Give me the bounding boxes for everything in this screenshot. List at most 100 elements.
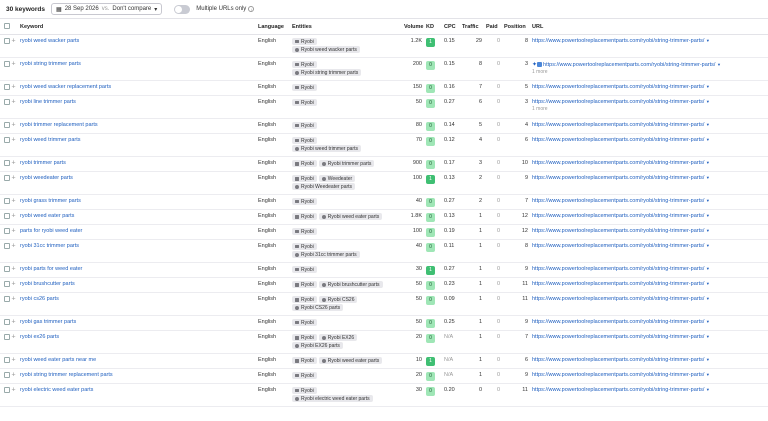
keyword-link[interactable]: ryobi weed eater parts	[20, 213, 74, 219]
plus-icon[interactable]: +	[12, 356, 16, 363]
chevron-down-icon[interactable]: ▼	[706, 160, 710, 165]
entity-chip[interactable]: Ryobi EX26 parts	[292, 342, 343, 350]
entity-chip[interactable]: Ryobi	[292, 334, 317, 342]
entity-chip[interactable]: Ryobi	[292, 357, 317, 365]
chevron-down-icon[interactable]: ▼	[706, 99, 710, 104]
chevron-down-icon[interactable]: ▼	[706, 122, 710, 127]
plus-icon[interactable]: +	[12, 83, 16, 90]
keyword-link[interactable]: ryobi parts for weed eater	[20, 266, 82, 272]
col-kd[interactable]: KD	[424, 18, 442, 35]
entity-chip[interactable]: Ryobi	[292, 198, 317, 205]
entity-chip[interactable]: Ryobi weed eater parts	[318, 357, 383, 364]
chevron-down-icon[interactable]: ▼	[706, 198, 710, 203]
row-checkbox[interactable]	[4, 357, 10, 363]
entity-chip[interactable]: Ryobi	[292, 281, 317, 289]
entity-chip[interactable]: Ryobi	[292, 99, 317, 106]
plus-icon[interactable]: +	[12, 212, 16, 219]
row-checkbox[interactable]	[4, 281, 10, 287]
row-checkbox[interactable]	[4, 213, 10, 219]
plus-icon[interactable]: +	[12, 227, 16, 234]
chevron-down-icon[interactable]: ▼	[706, 137, 710, 142]
keyword-link[interactable]: ryobi weedeater parts	[20, 175, 73, 181]
entity-chip[interactable]: Ryobi	[292, 175, 317, 183]
entity-chip[interactable]: Ryobi	[292, 243, 317, 250]
entity-chip[interactable]: Ryobi	[292, 266, 317, 273]
plus-icon[interactable]: +	[12, 242, 16, 249]
keyword-link[interactable]: ryobi weed wacker replacement parts	[20, 84, 111, 90]
entity-chip[interactable]: Ryobi 31cc trimmer parts	[292, 251, 360, 258]
col-language[interactable]: Language	[256, 18, 290, 35]
keyword-link[interactable]: ryobi 31cc trimmer parts	[20, 243, 79, 249]
entity-chip[interactable]: Ryobi	[292, 137, 317, 144]
row-checkbox[interactable]	[4, 334, 10, 340]
url-link[interactable]: https://www.powertoolreplacementparts.co…	[532, 319, 704, 325]
row-checkbox[interactable]	[4, 228, 10, 234]
more-urls-link[interactable]: 1 more	[532, 69, 766, 75]
entity-chip[interactable]: Ryobi	[292, 319, 317, 326]
plus-icon[interactable]: +	[12, 318, 16, 325]
entity-chip[interactable]: Ryobi	[292, 38, 317, 45]
url-link[interactable]: https://www.powertoolreplacementparts.co…	[543, 62, 715, 68]
keyword-link[interactable]: ryobi weed wacker parts	[20, 38, 79, 44]
entity-chip[interactable]: Ryobi trimmer parts	[318, 160, 375, 167]
plus-icon[interactable]: +	[12, 136, 16, 143]
col-keyword[interactable]: Keyword	[18, 18, 256, 35]
col-traffic[interactable]: Traffic	[460, 18, 484, 35]
chevron-down-icon[interactable]: ▼	[706, 296, 710, 301]
entity-chip[interactable]: Ryobi	[292, 122, 317, 129]
url-link[interactable]: https://www.powertoolreplacementparts.co…	[532, 266, 704, 272]
row-checkbox[interactable]	[4, 99, 10, 105]
col-position[interactable]: Position	[502, 18, 530, 35]
plus-icon[interactable]: +	[12, 98, 16, 105]
keyword-link[interactable]: parts for ryobi weed eater	[20, 228, 82, 234]
url-link[interactable]: https://www.powertoolreplacementparts.co…	[532, 175, 704, 181]
col-volume[interactable]: Volume	[402, 18, 424, 35]
entity-chip[interactable]: Ryobi CS26	[318, 296, 358, 303]
keyword-link[interactable]: ryobi electric weed eater parts	[20, 387, 93, 393]
chevron-down-icon[interactable]: ▼	[706, 372, 710, 377]
row-checkbox[interactable]	[4, 243, 10, 249]
info-icon[interactable]: i	[248, 6, 255, 12]
row-checkbox[interactable]	[4, 61, 10, 67]
keyword-link[interactable]: ryobi brushcutter parts	[20, 281, 75, 287]
row-checkbox[interactable]	[4, 137, 10, 143]
url-link[interactable]: https://www.powertoolreplacementparts.co…	[532, 38, 704, 44]
entity-chip[interactable]: Ryobi	[292, 61, 317, 68]
chevron-down-icon[interactable]: ▼	[706, 357, 710, 362]
entity-chip[interactable]: Ryobi	[292, 84, 317, 91]
url-link[interactable]: https://www.powertoolreplacementparts.co…	[532, 198, 704, 204]
row-checkbox[interactable]	[4, 266, 10, 272]
entity-chip[interactable]: Ryobi weed eater parts	[318, 213, 383, 220]
row-checkbox[interactable]	[4, 84, 10, 90]
plus-icon[interactable]: +	[12, 295, 16, 302]
chevron-down-icon[interactable]: ▼	[706, 281, 710, 286]
entity-chip[interactable]: Ryobi	[292, 160, 317, 168]
entity-chip[interactable]: Ryobi	[292, 372, 317, 379]
chevron-down-icon[interactable]: ▼	[706, 319, 710, 324]
col-url[interactable]: URL	[530, 18, 768, 35]
url-link[interactable]: https://www.powertoolreplacementparts.co…	[532, 296, 704, 302]
chevron-down-icon[interactable]: ▼	[706, 84, 710, 89]
url-link[interactable]: https://www.powertoolreplacementparts.co…	[532, 387, 704, 393]
keyword-link[interactable]: ryobi string trimmer replacement parts	[20, 372, 113, 378]
keyword-link[interactable]: ryobi weed eater parts near me	[20, 357, 96, 363]
keyword-link[interactable]: ryobi gas trimmer parts	[20, 319, 76, 325]
url-link[interactable]: https://www.powertoolreplacementparts.co…	[532, 84, 704, 90]
plus-icon[interactable]: +	[12, 280, 16, 287]
chevron-down-icon[interactable]: ▼	[706, 243, 710, 248]
entity-chip[interactable]: Ryobi electric weed eater parts	[292, 395, 373, 402]
keyword-link[interactable]: ryobi line trimmer parts	[20, 99, 76, 105]
entity-chip[interactable]: Ryobi	[292, 296, 317, 304]
url-link[interactable]: https://www.powertoolreplacementparts.co…	[532, 137, 704, 143]
url-link[interactable]: https://www.powertoolreplacementparts.co…	[532, 228, 704, 234]
chevron-down-icon[interactable]: ▼	[706, 213, 710, 218]
chevron-down-icon[interactable]: ▼	[706, 175, 710, 180]
chevron-down-icon[interactable]: ▼	[706, 266, 710, 271]
url-link[interactable]: https://www.powertoolreplacementparts.co…	[532, 281, 704, 287]
url-link[interactable]: https://www.powertoolreplacementparts.co…	[532, 213, 704, 219]
chevron-down-icon[interactable]: ▼	[706, 38, 710, 43]
keyword-link[interactable]: ryobi ex26 parts	[20, 334, 59, 340]
col-cpc[interactable]: CPC	[442, 18, 460, 35]
plus-icon[interactable]: +	[12, 333, 16, 340]
entity-chip[interactable]: Ryobi	[292, 228, 317, 235]
